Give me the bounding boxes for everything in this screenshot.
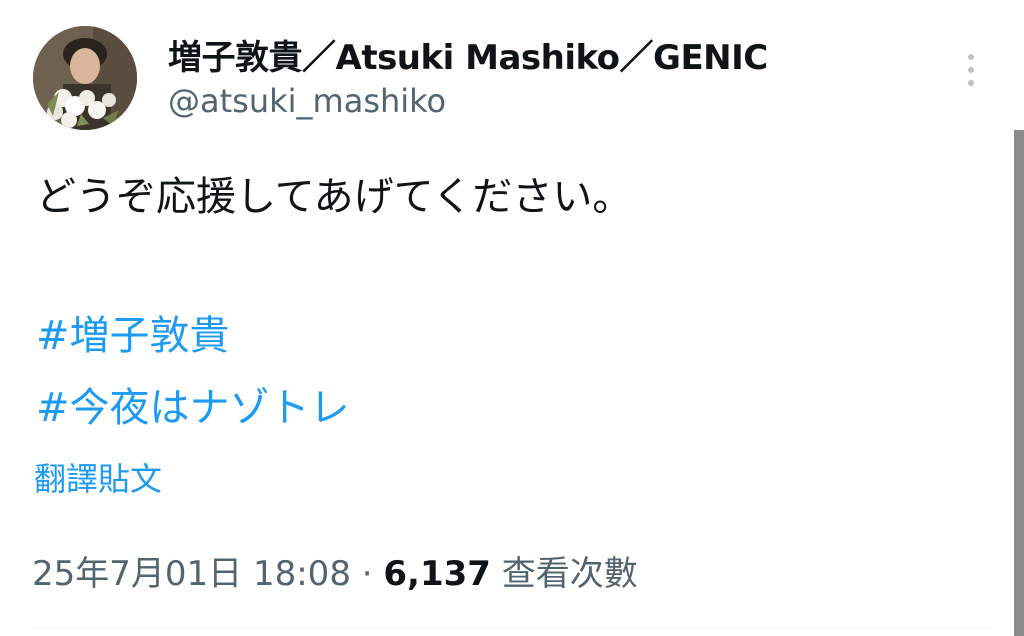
more-vertical-icon[interactable] (956, 48, 986, 92)
views-label: 查看次數 (501, 554, 638, 594)
divider (32, 627, 992, 628)
author-display-name[interactable]: 増子敦貴／Atsuki Mashiko／GENIC (168, 30, 768, 79)
translate-post-link[interactable]: 翻譯貼文 (34, 454, 162, 500)
hashtag-link[interactable]: #増子敦貴 (36, 303, 230, 361)
avatar[interactable] (33, 26, 137, 130)
tweet-detail-page: 増子敦貴／Atsuki Mashiko／GENIC @atsuki_mashik… (0, 0, 1024, 636)
tweet-text: どうぞ応援してあげてください。 (36, 174, 633, 220)
scrollbar[interactable] (1014, 130, 1024, 636)
timestamp[interactable]: 25年7月01日 18:08 (32, 554, 351, 594)
views-count: 6,137 (383, 554, 491, 594)
avatar-image (33, 26, 137, 130)
tweet-meta: 25年7月01日 18:08 · 6,137 查看次數 (32, 546, 638, 595)
meta-separator: · (361, 554, 373, 594)
hashtag-link[interactable]: #今夜はナゾトレ (36, 375, 350, 433)
author-handle[interactable]: @atsuki_mashiko (168, 82, 446, 120)
